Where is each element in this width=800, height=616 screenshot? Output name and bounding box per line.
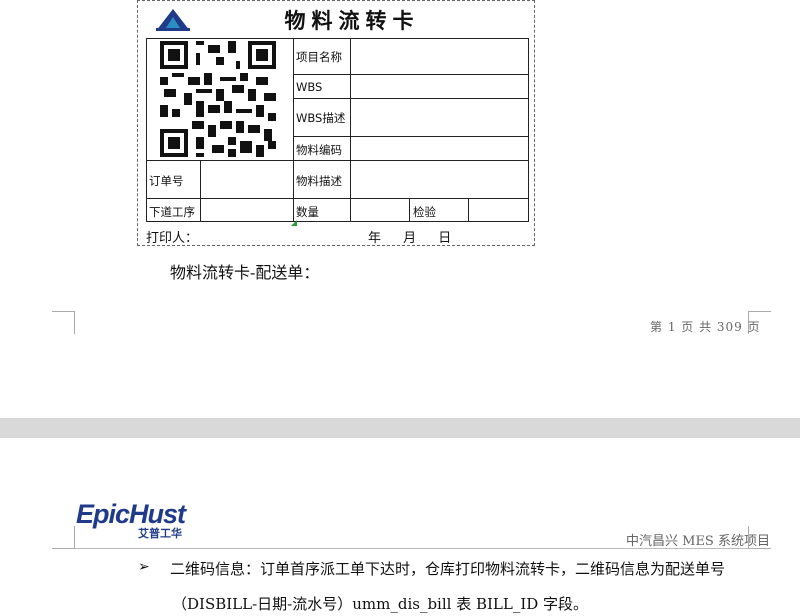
bullet-arrow-icon: ➢ — [138, 559, 150, 575]
material-flow-card: 物料流转卡 项目名称 WBS WBS描述 物料编码 订单号 物料描述 下道工序 … — [137, 0, 535, 246]
card-title: 物料流转卡 — [284, 9, 420, 33]
label-inspection: 检验 — [413, 205, 436, 219]
epichust-logo: EpicHust 艾普工华 — [76, 499, 186, 540]
label-project-name: 项目名称 — [296, 50, 342, 64]
corner-mark — [748, 526, 771, 549]
page-number: 第 1 页 共 309 页 — [650, 320, 761, 334]
label-material-desc: 物料描述 — [296, 174, 342, 188]
header-rule — [74, 548, 768, 549]
qr-code-icon — [160, 41, 276, 157]
label-wbs-desc: WBS描述 — [296, 111, 346, 125]
label-next-process: 下道工序 — [149, 205, 195, 219]
label-quantity: 数量 — [296, 205, 319, 219]
logo-subtext: 艾普工华 — [138, 527, 182, 540]
label-wbs: WBS — [296, 80, 323, 94]
corner-mark — [52, 311, 75, 334]
caption: 物料流转卡-配送单： — [170, 263, 320, 282]
label-order-no: 订单号 — [149, 174, 184, 188]
page-gap — [0, 418, 800, 438]
printer-label: 打印人： — [146, 231, 199, 246]
label-material-code: 物料编码 — [296, 143, 342, 157]
green-marker-icon — [291, 220, 297, 226]
corner-mark — [52, 526, 75, 549]
paragraph-line-1: 二维码信息：订单首序派工单下达时，仓库打印物料流转卡，二维码信息为配送单号 — [170, 560, 726, 578]
date-label: 年 月 日 — [368, 231, 452, 246]
logo-text: EpicHust — [76, 499, 186, 529]
paragraph-line-2: （DISBILL-日期-流水号）umm_dis_bill 表 BILL_ID 字… — [172, 595, 589, 613]
